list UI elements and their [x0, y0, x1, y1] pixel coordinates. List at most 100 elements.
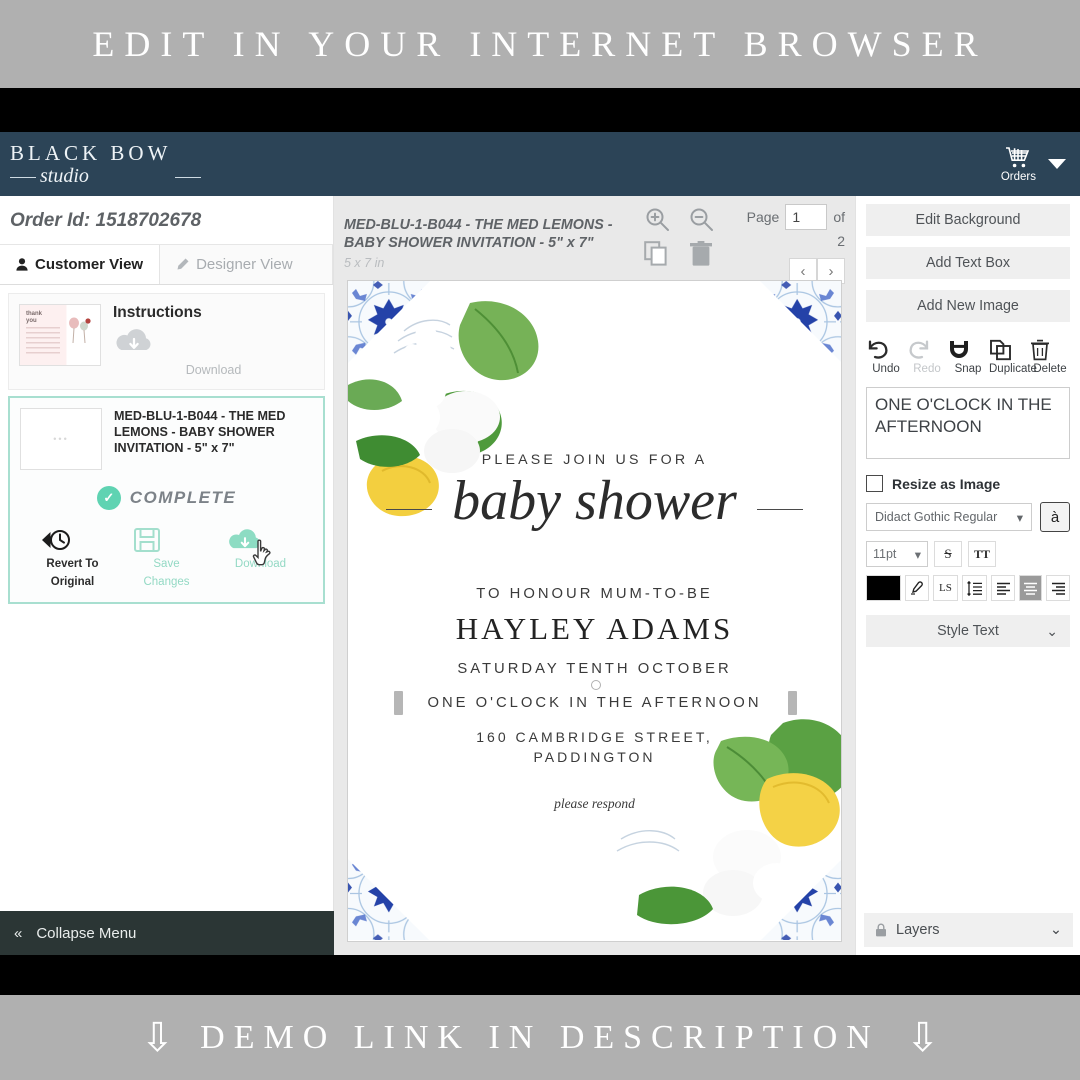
page-input[interactable] — [785, 204, 828, 230]
redo-button[interactable]: Redo — [907, 339, 947, 375]
trash-icon — [1030, 339, 1070, 361]
download-button[interactable]: Download — [226, 526, 296, 590]
brand-logo[interactable]: BLACK BOW studio — [0, 141, 202, 186]
promo-top-text: EDIT IN YOUR INTERNET BROWSER — [92, 24, 988, 64]
zoom-controls — [644, 206, 714, 232]
status-badge: ✓ COMPLETE — [20, 486, 313, 510]
duplicate-button[interactable]: Duplicate — [989, 339, 1037, 375]
duplicate-label: Duplicate — [989, 363, 1037, 375]
orders-label: Orders — [1000, 170, 1036, 183]
arrow-down-left-icon: ⇩ — [140, 1014, 175, 1060]
list-item-instructions[interactable]: Instructions Download — [8, 293, 325, 390]
zoom-in-icon[interactable] — [644, 206, 670, 232]
invite-date[interactable]: SATURDAY TENTH OCTOBER — [348, 661, 841, 677]
text-color-swatch[interactable] — [866, 575, 902, 601]
edit-background-button[interactable]: Edit Background — [866, 204, 1070, 236]
list-item-product[interactable]: MED-BLU-1-B044 - THE MED LEMONS - BABY S… — [8, 396, 325, 604]
strikethrough-button[interactable]: S — [934, 541, 962, 567]
eyedropper-button[interactable] — [905, 575, 929, 601]
edit-tool-row: Undo Redo Snap Duplicate Delete — [866, 333, 1070, 375]
redo-icon — [907, 339, 947, 361]
orders-button[interactable]: Orders — [1001, 146, 1036, 183]
letter-spacing-button[interactable]: LS — [932, 575, 959, 601]
screenshot-root: EDIT IN YOUR INTERNET BROWSER BLACK BOW … — [0, 0, 1080, 1080]
thumbnail-illustration — [69, 317, 91, 344]
invite-rsvp[interactable]: please respond — [348, 796, 841, 812]
undo-button[interactable]: Undo — [866, 339, 906, 375]
add-new-image-button[interactable]: Add New Image — [866, 290, 1070, 322]
layers-panel-header[interactable]: Layers ⌄ — [864, 913, 1073, 947]
brand-line-2: studio — [9, 166, 202, 186]
document-title-text: MED-BLU-1-B044 - THE MED LEMONS - BABY S… — [344, 217, 613, 252]
save-changes-button[interactable]: Save Changes — [132, 526, 202, 590]
tab-designer-view-label: Designer View — [196, 256, 293, 273]
undo-icon — [866, 339, 906, 361]
resize-as-image-row[interactable]: Resize as Image — [866, 475, 1070, 492]
duplicate-icon — [989, 339, 1029, 361]
invite-line-join[interactable]: PLEASE JOIN US FOR A — [348, 452, 841, 468]
align-left-button[interactable] — [991, 575, 1015, 601]
page-controls: Page of 2 — [725, 204, 845, 249]
document-title: MED-BLU-1-B044 - THE MED LEMONS - BABY S… — [344, 216, 644, 271]
copy-icon[interactable] — [644, 241, 668, 267]
font-size-select[interactable]: 11pt ▾ — [866, 541, 928, 567]
delete-label: Delete — [1033, 363, 1067, 375]
font-family-value: Didact Gothic Regular — [875, 510, 998, 524]
text-content-input[interactable] — [866, 387, 1070, 459]
cloud-download-icon[interactable] — [113, 326, 314, 356]
resize-as-image-checkbox[interactable] — [866, 475, 883, 492]
product-thumbnail[interactable] — [20, 408, 102, 470]
special-character-button[interactable]: à — [1040, 502, 1070, 532]
selection-rotate-handle[interactable] — [591, 680, 601, 690]
page-row: Page of — [725, 204, 845, 230]
eyedropper-icon — [909, 580, 924, 596]
align-right-button[interactable] — [1046, 575, 1070, 601]
instructions-row: Instructions Download — [19, 304, 314, 377]
zoom-out-icon[interactable] — [688, 206, 714, 232]
invite-honouree-name[interactable]: HAYLEY ADAMS — [348, 611, 841, 647]
chevron-down-icon[interactable] — [1048, 159, 1066, 169]
delete-button[interactable]: Delete — [1030, 339, 1070, 375]
user-icon — [16, 258, 28, 271]
status-label: COMPLETE — [129, 488, 237, 507]
undo-label: Undo — [872, 363, 900, 375]
line-height-icon — [966, 580, 983, 596]
align-right-icon — [1051, 582, 1066, 595]
collapse-menu-button[interactable]: « Collapse Menu — [0, 911, 334, 955]
add-text-box-button[interactable]: Add Text Box — [866, 247, 1070, 279]
snap-button[interactable]: Snap — [948, 339, 988, 375]
lock-icon — [875, 923, 887, 937]
invitation-canvas[interactable]: PLEASE JOIN US FOR A baby shower TO HONO… — [347, 280, 842, 942]
invite-line-honour[interactable]: TO HONOUR MUM-TO-BE — [348, 586, 841, 602]
trash-icon[interactable] — [690, 241, 712, 267]
selection-handle-left[interactable] — [394, 691, 403, 715]
tab-customer-view[interactable]: Customer View — [0, 245, 160, 284]
tools-content: Edit Background Add Text Box Add New Ima… — [856, 196, 1080, 647]
canvas-toolbar: MED-BLU-1-B044 - THE MED LEMONS - BABY S… — [334, 196, 855, 284]
chevron-down-icon: ▾ — [1016, 510, 1023, 525]
font-family-row: Didact Gothic Regular ▾ à — [866, 502, 1070, 532]
brand-line-1: BLACK BOW — [10, 141, 172, 166]
font-family-select[interactable]: Didact Gothic Regular ▾ — [866, 503, 1032, 531]
revert-to-original-button[interactable]: Revert To Original — [38, 526, 108, 590]
invite-script-title[interactable]: baby shower — [348, 469, 841, 533]
chevron-down-icon: ⌄ — [1046, 622, 1058, 639]
orders-area: Orders — [1001, 146, 1080, 183]
align-center-icon — [1023, 582, 1038, 595]
app-body: Order Id: 1518702678 Customer View Desig… — [0, 196, 1080, 955]
instructions-thumbnail[interactable] — [19, 304, 101, 366]
align-center-button[interactable] — [1018, 575, 1043, 601]
layers-label: Layers — [896, 922, 940, 938]
selection-handle-right[interactable] — [788, 691, 797, 715]
black-divider-top — [0, 88, 1080, 132]
invite-address-line-1[interactable]: 160 CAMBRIDGE STREET, — [348, 729, 841, 745]
black-divider-bottom — [0, 955, 1080, 995]
pencil-icon — [176, 258, 189, 271]
invite-time-selected[interactable]: ONE O'CLOCK IN THE AFTERNOON — [348, 695, 841, 711]
line-height-button[interactable] — [962, 575, 988, 601]
instructions-download-block[interactable]: Download — [113, 326, 314, 377]
tab-designer-view[interactable]: Designer View — [159, 245, 333, 284]
uppercase-button[interactable]: TT — [968, 541, 996, 567]
invite-address-line-2[interactable]: PADDINGTON — [348, 749, 841, 765]
style-text-accordion[interactable]: Style Text ⌄ — [866, 615, 1070, 647]
